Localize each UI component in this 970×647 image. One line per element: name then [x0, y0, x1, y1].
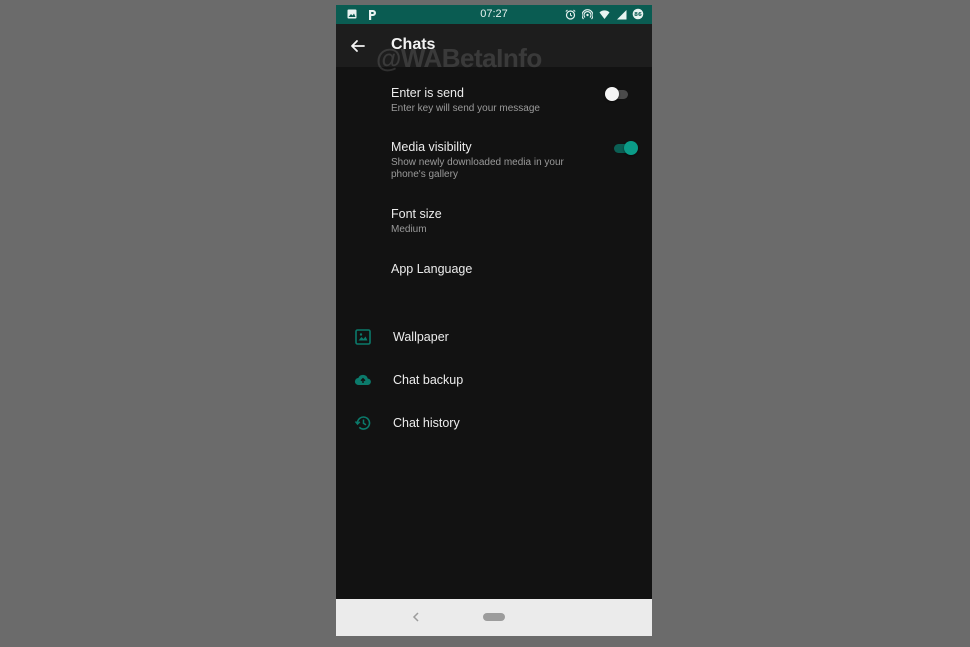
- status-bar: 07:27 86: [336, 5, 652, 24]
- setting-subtitle: Enter key will send your message: [391, 103, 540, 114]
- setting-label: Enter is send: [391, 86, 464, 100]
- cloud-upload-icon: [354, 371, 372, 389]
- arrow-left-icon: [351, 40, 365, 52]
- chevron-left-icon: [412, 612, 419, 622]
- setting-subtitle: Medium: [391, 224, 427, 235]
- setting-app-language[interactable]: App Language: [391, 262, 631, 276]
- setting-label: Media visibility: [391, 140, 472, 154]
- setting-media-visibility[interactable]: Media visibility Show newly downloaded m…: [391, 140, 631, 181]
- chat-history-label: Chat history: [393, 416, 460, 430]
- setting-label: App Language: [391, 262, 473, 276]
- wallpaper-label: Wallpaper: [393, 330, 449, 344]
- battery-icon: 86: [632, 8, 644, 20]
- setting-enter-is-send[interactable]: Enter is send Enter key will send your m…: [391, 86, 631, 115]
- hotspot-icon: [581, 8, 593, 20]
- wallpaper-icon: [354, 328, 372, 346]
- chat-backup-label: Chat backup: [393, 373, 464, 387]
- alarm-icon: [564, 8, 576, 20]
- chat-history-item[interactable]: Chat history: [336, 407, 652, 437]
- system-nav-bar: [336, 599, 652, 636]
- app-bar: Chats: [336, 24, 652, 67]
- media-visibility-toggle[interactable]: [612, 141, 638, 155]
- history-icon: [354, 414, 372, 432]
- wifi-icon: [598, 8, 610, 20]
- chat-backup-item[interactable]: Chat backup: [336, 364, 652, 394]
- enter-is-send-toggle[interactable]: [604, 87, 630, 101]
- battery-level: 86: [634, 12, 642, 18]
- phone-screen: 07:27 86 Chats @WABetaInfo E: [336, 5, 652, 636]
- signal-icon: [615, 8, 627, 20]
- page-title: Chats: [391, 36, 436, 53]
- nav-home-pill[interactable]: [483, 613, 505, 621]
- setting-subtitle: Show newly downloaded media in your phon…: [391, 157, 564, 180]
- setting-font-size[interactable]: Font size Medium: [391, 207, 631, 236]
- setting-label: Font size: [391, 207, 442, 221]
- back-button[interactable]: [348, 36, 368, 56]
- wallpaper-item[interactable]: Wallpaper: [336, 321, 652, 351]
- nav-back-button[interactable]: [410, 610, 422, 624]
- status-right-icons: 86: [564, 8, 644, 20]
